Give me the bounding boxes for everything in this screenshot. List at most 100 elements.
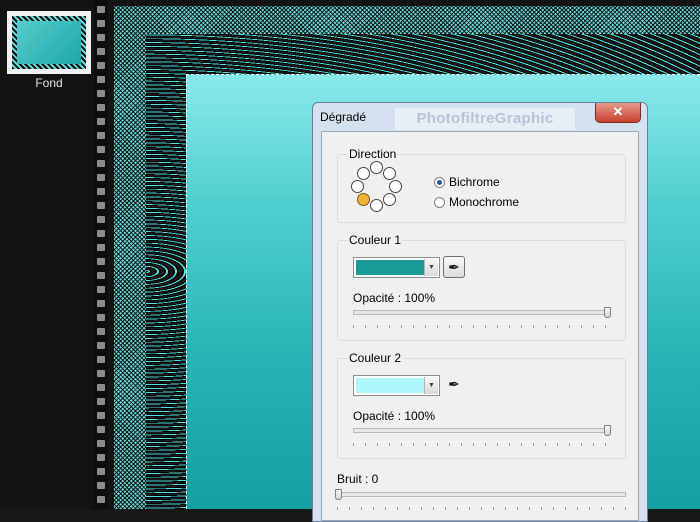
radio-checked-icon bbox=[434, 177, 445, 189]
color2-eyedropper-button[interactable]: ✒ bbox=[443, 374, 465, 396]
radio-unchecked-icon bbox=[434, 197, 445, 209]
noise-track[interactable] bbox=[337, 492, 626, 497]
color1-title: Couleur 1 bbox=[348, 233, 403, 247]
slider-tick bbox=[521, 443, 522, 446]
slider-tick bbox=[545, 325, 546, 328]
film-hole bbox=[97, 272, 105, 279]
film-hole bbox=[97, 48, 105, 55]
film-hole bbox=[97, 20, 105, 27]
color1-opacity-ticks bbox=[353, 325, 611, 328]
slider-tick bbox=[533, 443, 534, 446]
color1-eyedropper-button[interactable]: ✒ bbox=[443, 256, 465, 278]
direction-bottom-left[interactable] bbox=[357, 193, 370, 206]
slider-tick bbox=[545, 443, 546, 446]
color1-select[interactable]: ▼ bbox=[353, 257, 440, 278]
color2-opacity-thumb[interactable] bbox=[604, 425, 611, 436]
film-hole bbox=[97, 230, 105, 237]
film-hole bbox=[97, 76, 105, 83]
slider-tick bbox=[401, 325, 402, 328]
close-icon: ✕ bbox=[612, 104, 624, 119]
slider-tick bbox=[557, 443, 558, 446]
slider-tick bbox=[593, 325, 594, 328]
layers-panel: Fond bbox=[0, 0, 94, 509]
slider-tick bbox=[413, 325, 414, 328]
color1-opacity-track[interactable] bbox=[353, 310, 611, 315]
direction-bottom-right[interactable] bbox=[383, 193, 396, 206]
color2-title: Couleur 2 bbox=[348, 351, 403, 365]
chevron-down-icon: ▼ bbox=[424, 259, 438, 276]
direction-top-left[interactable] bbox=[357, 167, 370, 180]
slider-tick bbox=[377, 325, 378, 328]
film-hole bbox=[97, 342, 105, 349]
slider-tick bbox=[377, 443, 378, 446]
slider-tick bbox=[605, 443, 606, 446]
direction-top-right[interactable] bbox=[383, 167, 396, 180]
slider-tick bbox=[365, 325, 366, 328]
direction-top[interactable] bbox=[370, 161, 383, 174]
slider-tick bbox=[353, 443, 354, 446]
film-hole bbox=[97, 160, 105, 167]
film-hole bbox=[97, 174, 105, 181]
slider-tick bbox=[557, 325, 558, 328]
monochrome-radio[interactable]: Monochrome bbox=[434, 195, 519, 209]
color1-opacity-thumb[interactable] bbox=[604, 307, 611, 318]
slider-tick bbox=[509, 443, 510, 446]
slider-tick bbox=[425, 443, 426, 446]
bichrome-label: Bichrome bbox=[449, 175, 500, 189]
film-hole bbox=[97, 398, 105, 405]
color2-opacity-label: Opacité : 100% bbox=[353, 409, 436, 423]
slider-tick bbox=[389, 325, 390, 328]
chevron-down-icon: ▼ bbox=[424, 377, 438, 394]
color1-swatch bbox=[356, 260, 424, 275]
bichrome-radio[interactable]: Bichrome bbox=[434, 175, 500, 189]
dialog-titlebar[interactable]: Dégradé PhotofiltreGraphic ✕ bbox=[313, 103, 647, 131]
slider-tick bbox=[449, 443, 450, 446]
dialog-content: Direction Bichrome Monochrome Couleur 1 … bbox=[321, 131, 639, 521]
film-hole bbox=[97, 314, 105, 321]
film-hole bbox=[97, 426, 105, 433]
slider-tick bbox=[449, 325, 450, 328]
color1-opacity-label: Opacité : 100% bbox=[353, 291, 436, 305]
slider-tick bbox=[437, 443, 438, 446]
slider-tick bbox=[497, 325, 498, 328]
direction-right[interactable] bbox=[389, 180, 402, 193]
film-hole bbox=[97, 104, 105, 111]
film-hole bbox=[97, 412, 105, 419]
film-hole bbox=[97, 328, 105, 335]
slider-tick bbox=[365, 443, 366, 446]
film-hole bbox=[97, 6, 105, 13]
slider-tick bbox=[413, 443, 414, 446]
slider-tick bbox=[569, 443, 570, 446]
dialog-title: Dégradé bbox=[320, 110, 367, 124]
layer-thumbnail[interactable] bbox=[7, 11, 91, 74]
color2-swatch bbox=[356, 378, 424, 393]
direction-left[interactable] bbox=[351, 180, 364, 193]
film-hole bbox=[97, 384, 105, 391]
slider-tick bbox=[581, 443, 582, 446]
slider-tick bbox=[605, 325, 606, 328]
eyedropper-icon: ✒ bbox=[448, 376, 460, 392]
film-hole bbox=[97, 90, 105, 97]
film-hole bbox=[97, 482, 105, 489]
color2-opacity-ticks bbox=[353, 443, 611, 446]
film-hole bbox=[97, 62, 105, 69]
slider-tick bbox=[353, 325, 354, 328]
film-hole bbox=[97, 496, 105, 503]
gradient-dialog: Dégradé PhotofiltreGraphic ✕ Direction B… bbox=[312, 102, 648, 522]
film-hole bbox=[97, 118, 105, 125]
slider-tick bbox=[569, 325, 570, 328]
slider-tick bbox=[461, 443, 462, 446]
slider-tick bbox=[401, 443, 402, 446]
slider-tick bbox=[461, 325, 462, 328]
direction-bottom[interactable] bbox=[370, 199, 383, 212]
slider-tick bbox=[437, 325, 438, 328]
direction-group: Direction Bichrome Monochrome bbox=[337, 147, 626, 223]
film-hole bbox=[97, 34, 105, 41]
noise-thumb[interactable] bbox=[335, 489, 342, 500]
color2-select[interactable]: ▼ bbox=[353, 375, 440, 396]
color2-opacity-track[interactable] bbox=[353, 428, 611, 433]
thumbnail-gradient bbox=[17, 21, 81, 64]
slider-tick bbox=[521, 325, 522, 328]
film-hole bbox=[97, 454, 105, 461]
close-button[interactable]: ✕ bbox=[595, 103, 641, 123]
